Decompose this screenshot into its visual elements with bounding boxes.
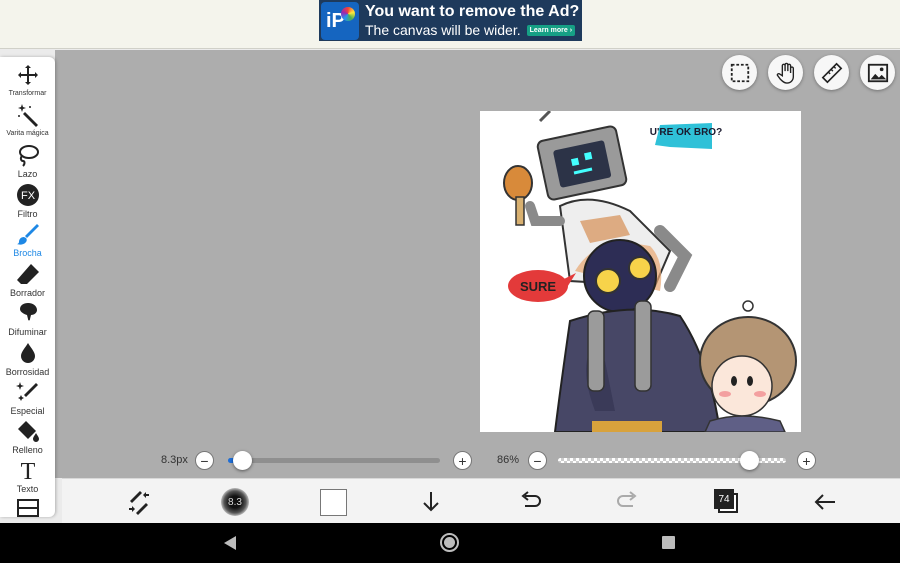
tool-transform[interactable]: Transformar: [0, 63, 55, 103]
tool-label: Relleno: [12, 445, 43, 455]
ad-banner-area: iP You want to remove the Ad? The canvas…: [0, 0, 900, 49]
tool-eraser[interactable]: Borrador: [0, 262, 55, 302]
tool-blur[interactable]: Borrosidad: [0, 341, 55, 381]
undo-button[interactable]: [515, 487, 545, 517]
tool-frame[interactable]: [0, 498, 55, 517]
redo-button[interactable]: [613, 487, 643, 517]
tool-special[interactable]: Especial: [0, 380, 55, 420]
magic-wand-icon: [17, 104, 38, 127]
android-nav-bar: [0, 523, 900, 563]
undo-icon: [521, 491, 541, 507]
bottom-toolbar: 8.3 74: [62, 478, 900, 523]
size-increase-button[interactable]: +: [453, 451, 472, 470]
tool-label: Especial: [10, 406, 45, 416]
selection-button[interactable]: [722, 55, 757, 90]
tool-label: Texto: [16, 484, 39, 494]
image-button[interactable]: [860, 55, 895, 90]
frame-icon: [16, 499, 39, 517]
tool-magic-wand[interactable]: Varita mágica: [0, 103, 55, 143]
eraser-icon: [16, 264, 39, 284]
selection-icon: [730, 63, 749, 82]
tool-label: Brocha: [13, 248, 42, 258]
fx-glyph: FX: [20, 190, 35, 202]
smudge-icon: [19, 303, 37, 321]
tool-label: Borrador: [9, 288, 45, 298]
redo-icon: [617, 491, 637, 507]
image-icon: [867, 63, 888, 82]
tool-filter[interactable]: FX Filtro: [0, 183, 55, 223]
brush-size-value: 8.3: [228, 497, 242, 508]
tool-label: Filtro: [17, 209, 38, 219]
tool-sidebar: Transformar Varita mágica Lazo FX Filtro…: [0, 57, 55, 517]
opacity-decrease-button[interactable]: −: [528, 451, 547, 470]
tool-lasso[interactable]: Lazo: [0, 143, 55, 183]
ad-headline: You want to remove the Ad?: [365, 3, 580, 20]
nav-home-icon[interactable]: [440, 533, 459, 552]
ad-banner[interactable]: iP You want to remove the Ad? The canvas…: [319, 0, 582, 41]
learn-more-button[interactable]: Learn more ›: [526, 24, 576, 36]
tool-label: Lazo: [17, 169, 38, 179]
ruler-button[interactable]: [814, 55, 849, 90]
bubble-left-text: SURE: [520, 279, 556, 294]
blur-drop-icon: [20, 343, 35, 363]
text-glyph: T: [20, 459, 35, 482]
nav-back-icon[interactable]: [224, 536, 236, 550]
opacity-label: 86%: [497, 454, 520, 466]
ibispaint-logo: iP: [321, 1, 359, 40]
tool-label: Varita mágica: [6, 130, 49, 137]
ruler-icon: [821, 62, 842, 83]
brush-icon: [16, 224, 39, 245]
fx-icon: FX: [16, 184, 39, 206]
masked-character: [553, 239, 722, 432]
download-button[interactable]: [416, 487, 446, 517]
hand-icon: [776, 62, 794, 84]
brush-size-label: 8.3px: [161, 454, 188, 466]
tool-fill[interactable]: Relleno: [0, 419, 55, 459]
speech-bubble-top: U'RE OK BRO?: [650, 123, 722, 149]
ad-subline: The canvas will be wider.: [365, 22, 521, 38]
bucket-icon: [17, 421, 39, 442]
opacity-increase-button[interactable]: +: [797, 451, 816, 470]
opacity-slider-thumb[interactable]: [739, 451, 759, 470]
speech-bubble-left: SURE: [508, 270, 576, 302]
drawing-canvas[interactable]: U'RE OK BRO? SURE: [480, 111, 801, 432]
hand-button[interactable]: [768, 55, 803, 90]
arrow-down-icon: [423, 492, 439, 512]
ad-text: You want to remove the Ad? The canvas wi…: [365, 3, 579, 38]
tool-text[interactable]: T Texto: [0, 458, 55, 498]
tool-label: Difuminar: [8, 327, 47, 337]
swap-tools-icon: [129, 491, 149, 515]
tool-label: Borrosidad: [5, 367, 50, 377]
nav-recents-icon[interactable]: [662, 536, 675, 549]
artwork: U'RE OK BRO? SURE: [503, 111, 797, 432]
lasso-icon: [18, 145, 39, 167]
layers-button[interactable]: 74: [714, 489, 740, 515]
text-icon: T: [20, 459, 35, 482]
bubble-top-text: U'RE OK BRO?: [650, 127, 722, 138]
move-arrows-icon: [17, 65, 38, 85]
tool-brush[interactable]: Brocha: [0, 222, 55, 262]
brush-size-slider[interactable]: [228, 458, 440, 463]
size-decrease-button[interactable]: −: [195, 451, 214, 470]
arrow-left-icon: [814, 494, 835, 510]
layer-count: 74: [714, 489, 734, 509]
swap-tool-button[interactable]: [124, 487, 154, 517]
brush-size-preview[interactable]: 8.3: [221, 488, 249, 516]
tool-label: Transformar: [8, 90, 47, 97]
sparkle-pen-icon: [15, 382, 38, 401]
tool-smudge[interactable]: Difuminar: [0, 301, 55, 341]
color-swatch[interactable]: [320, 489, 347, 516]
palette-dot: [341, 6, 355, 21]
ad-sub: The canvas will be wider. Learn more ›: [365, 22, 579, 38]
back-button[interactable]: [810, 487, 840, 517]
